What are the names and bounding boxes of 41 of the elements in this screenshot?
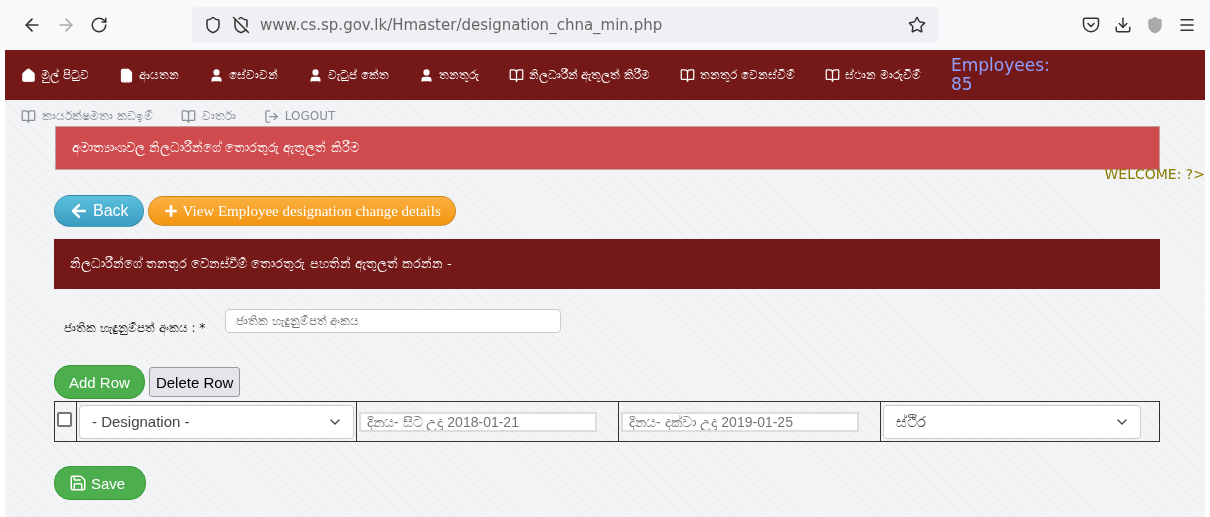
book-icon [680, 67, 696, 83]
download-icon[interactable] [1114, 16, 1132, 34]
user-icon [208, 67, 224, 83]
bookmark-icon[interactable] [908, 16, 926, 34]
designation-select[interactable]: - Designation - [79, 404, 354, 439]
delete-row-button[interactable]: Delete Row [148, 367, 241, 397]
nic-input[interactable]: ජාතික හැඳුනුම්පත් අංකය [225, 309, 562, 333]
nav-item[interactable]: ස්ථාන මාරුවීම් [825, 67, 921, 83]
book-icon [825, 67, 841, 83]
from-date-input[interactable]: දිනය- සිට උදා 2018-01-21 [359, 411, 597, 432]
nav-item[interactable]: වැටුප් කේත [307, 67, 389, 83]
url-text: www.cs.sp.gov.lk/Hmaster/designation_chna_min.php [260, 16, 664, 34]
alert-banner: අමාත්‍යාංශවල නිලධාරීන්ගේ තොරතුරු ඇතුලත් කිරීම [55, 126, 1160, 170]
book-icon [21, 108, 36, 124]
nav-item[interactable]: සේවාවන් [208, 67, 278, 83]
logout-icon [263, 108, 279, 124]
file-icon [118, 67, 134, 83]
shield-icon [204, 16, 222, 34]
section-header: නිලධාරීන්ගේ තනතුර වෙනස්වීම් තොරතුරු පහතින් ඇතුලත් කරන්න - [54, 239, 1160, 289]
status-select[interactable]: ස්ථිර [883, 404, 1141, 439]
pocket-icon[interactable] [1082, 16, 1100, 34]
to-date-input[interactable]: දිනය- දක්වා උදා 2019-01-25 [621, 411, 859, 432]
user-icon [307, 67, 323, 83]
row-checkbox[interactable] [57, 412, 72, 427]
nav-item[interactable]: ආයතන [118, 67, 179, 83]
insecure-icon [232, 16, 250, 34]
employee-count: Employees: 85 [950, 56, 1051, 94]
nav-item[interactable]: නිලධාරීන් ඇතුලත් කිරීම [508, 67, 651, 83]
book-icon [508, 67, 524, 83]
nav-item[interactable]: තනතුර වෙනස්වීම් [680, 67, 796, 83]
save-icon [69, 474, 87, 492]
book-icon [180, 108, 196, 124]
user-icon [418, 67, 434, 83]
plus-icon [162, 203, 179, 219]
reload-icon[interactable] [90, 16, 108, 34]
menu-icon[interactable] [1178, 16, 1196, 34]
nic-label: ජාතික හැඳුනුම්පත් අංකය : * [64, 321, 206, 335]
address-bar[interactable]: www.cs.sp.gov.lk/Hmaster/designation_chna_min.php [192, 7, 938, 43]
nav-item[interactable]: තනතුරු [418, 67, 479, 83]
nav-item[interactable]: මුල් පිටුව [21, 67, 89, 83]
home-icon [21, 67, 36, 83]
